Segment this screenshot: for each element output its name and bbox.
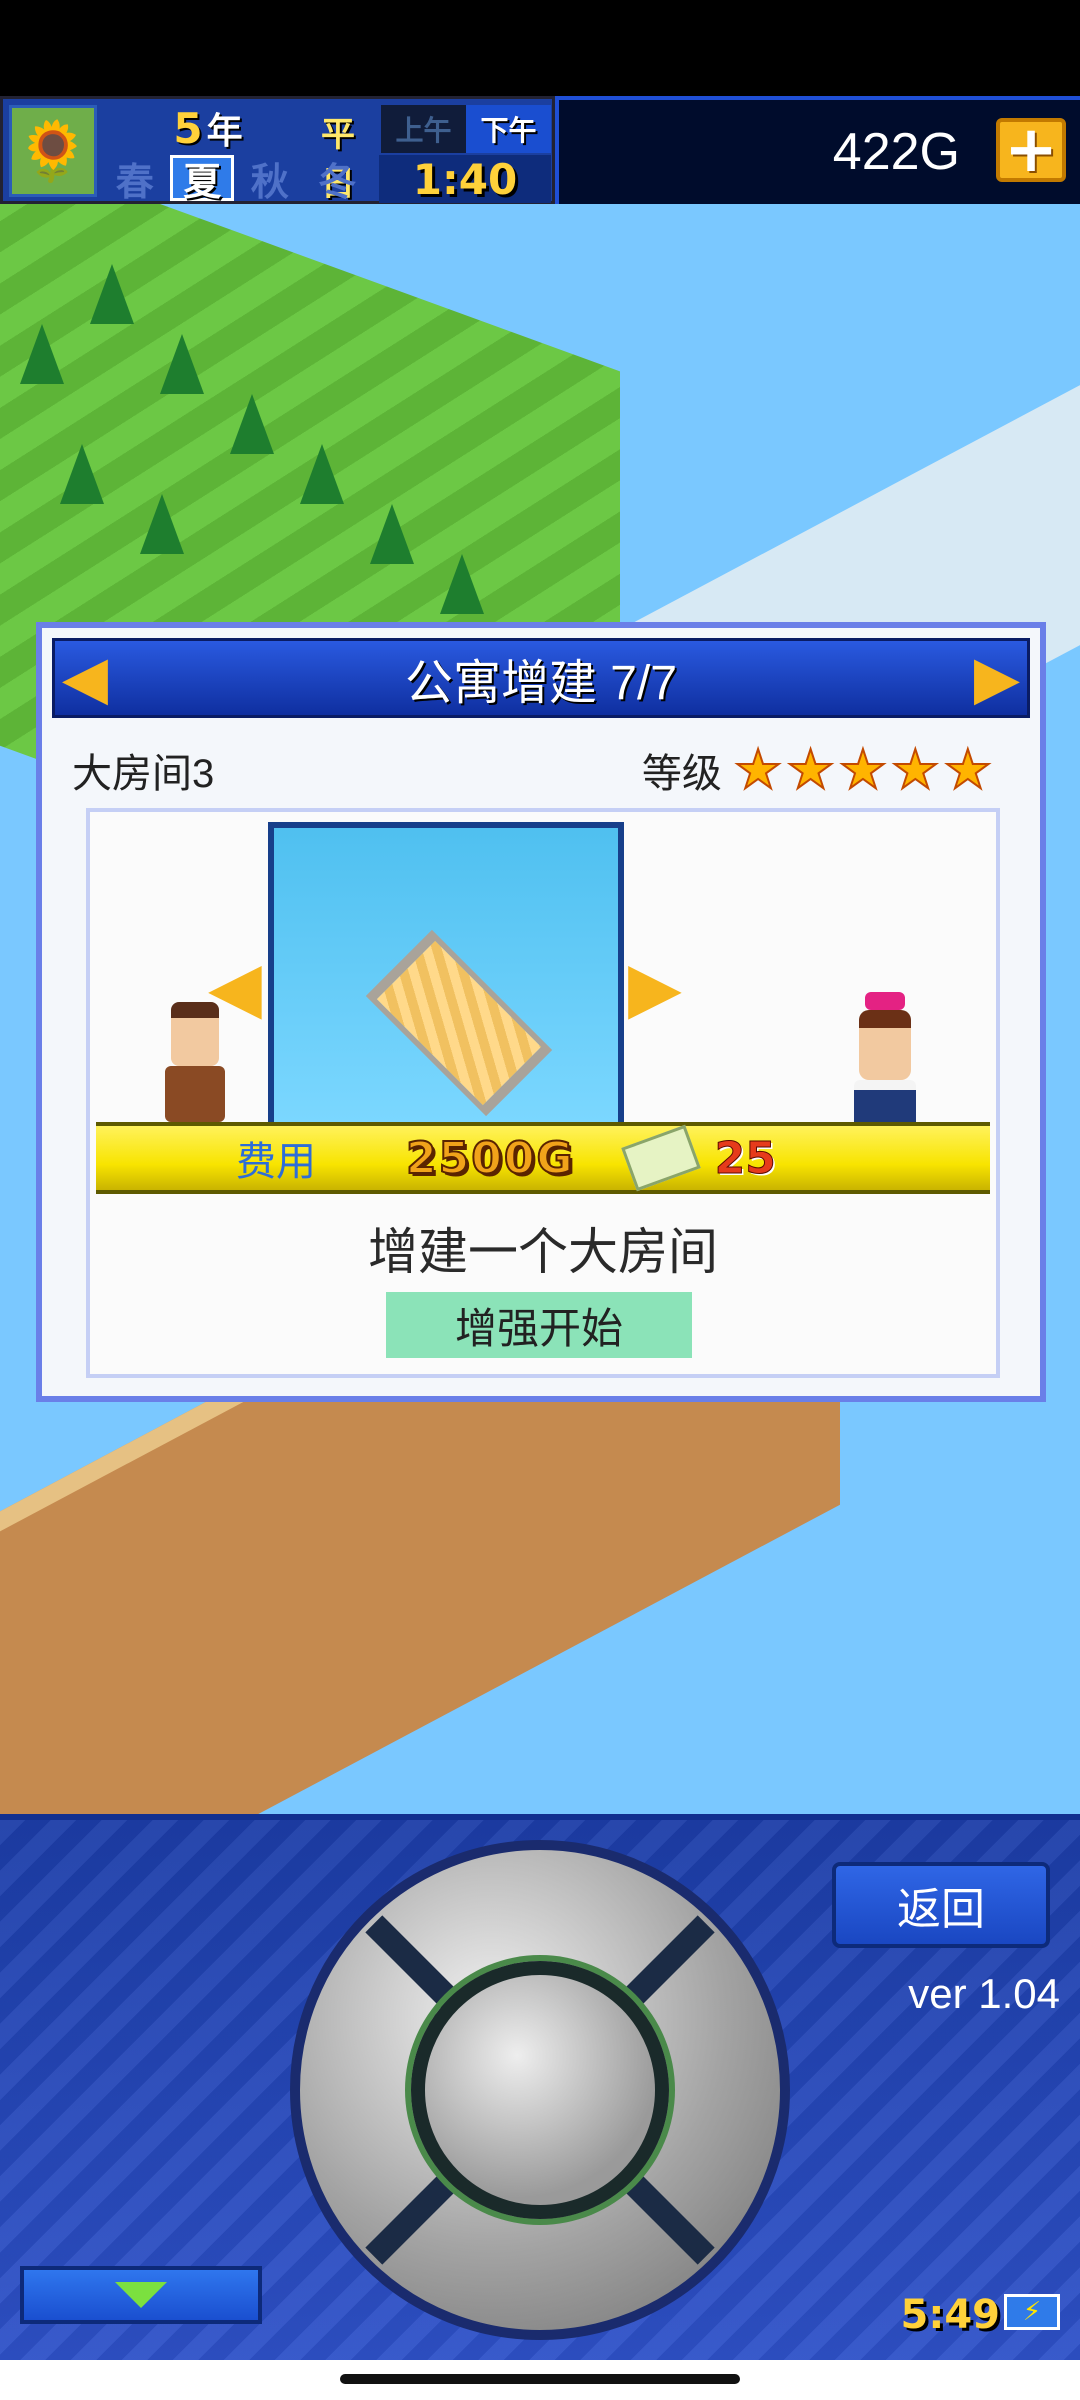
- cost-gold: 2500G: [405, 1132, 575, 1185]
- dialog-title: 公寓增建 7/7: [404, 657, 678, 710]
- ampm-indicator: 上午 下午: [381, 105, 551, 153]
- tree-icon: [160, 334, 204, 394]
- status-bar: [0, 0, 1080, 96]
- tree-icon: [20, 324, 64, 384]
- tree-icon: [440, 554, 484, 614]
- weekday-label: 平日: [321, 115, 355, 204]
- year-display: 5 年: [153, 103, 263, 153]
- room-name: 大房间3: [72, 752, 215, 796]
- collapse-button[interactable]: [20, 2266, 262, 2324]
- add-gold-button[interactable]: +: [996, 118, 1066, 182]
- next-page-button[interactable]: ▶: [967, 648, 1027, 708]
- cost-label: 费用: [236, 1140, 316, 1184]
- season-autumn: 秋: [250, 159, 289, 204]
- dpad-center-button[interactable]: [411, 1961, 669, 2219]
- chevron-down-icon: [115, 2282, 167, 2308]
- tree-icon: [140, 494, 184, 554]
- control-panel: 返回 ver 1.04 5:49 ⚡: [0, 1814, 1080, 2360]
- back-button[interactable]: 返回: [832, 1862, 1050, 1948]
- room-preview-panel: ◀ ▶ 费用 2500G 25 增建一个大房间 增强开始: [86, 808, 1000, 1378]
- room-preview: [268, 822, 624, 1122]
- version-label: ver 1.04: [908, 1970, 1060, 2017]
- pm-label: 下午: [466, 105, 551, 153]
- star-icon: ★: [890, 738, 940, 801]
- dialog-header: ◀ 公寓增建 7/7 ▶: [52, 638, 1030, 718]
- star-icon: ★: [733, 738, 783, 801]
- year-number: 5: [173, 103, 203, 153]
- cost-tickets: 25: [714, 1132, 776, 1184]
- cost-bar: 费用 2500G 25: [96, 1122, 990, 1194]
- star-icon: ★: [838, 738, 888, 801]
- am-label: 上午: [395, 114, 452, 147]
- calendar-panel: 🌻 5 年 平日 上午 下午 春 夏 秋 冬 1:40: [0, 96, 555, 204]
- sunflower-icon[interactable]: 🌻: [9, 105, 97, 197]
- money-panel: 422G +: [555, 96, 1080, 204]
- level-display: 等级 ★ ★ ★ ★ ★: [641, 738, 993, 801]
- start-upgrade-button[interactable]: 增强开始: [386, 1292, 692, 1358]
- level-label: 等级: [641, 752, 722, 796]
- play-time: 5:49: [900, 2292, 1001, 2338]
- tree-icon: [60, 444, 104, 504]
- battery-icon: ⚡: [1004, 2294, 1060, 2330]
- game-clock: 1:40: [379, 155, 551, 204]
- room-info-row: 大房间3 等级 ★ ★ ★ ★ ★: [72, 740, 1032, 800]
- ticket-icon: [620, 1124, 701, 1192]
- year-unit: 年: [206, 111, 243, 152]
- home-indicator-area: [0, 2360, 1080, 2400]
- season-list: 春 夏 秋 冬: [103, 155, 373, 204]
- room-floor-tile: [365, 929, 553, 1117]
- apartment-expansion-dialog: ◀ 公寓增建 7/7 ▶ 大房间3 等级 ★ ★ ★ ★ ★ ◀ ▶ 费用 25…: [36, 622, 1046, 1402]
- home-indicator[interactable]: [340, 2374, 740, 2384]
- tree-icon: [230, 394, 274, 454]
- season-spring: 春: [115, 159, 154, 204]
- gold-amount: 422G: [832, 123, 960, 181]
- season-summer: 夏: [170, 155, 235, 204]
- tree-icon: [90, 264, 134, 324]
- dpad-control[interactable]: [290, 1840, 790, 2340]
- level-stars: ★ ★ ★ ★ ★: [733, 738, 993, 801]
- prev-page-button[interactable]: ◀: [55, 648, 115, 708]
- season-winter: 冬: [318, 159, 357, 204]
- tree-icon: [370, 504, 414, 564]
- next-room-button[interactable]: ▶: [628, 952, 682, 1022]
- star-icon: ★: [943, 738, 993, 801]
- female-resident-sprite: [850, 992, 920, 1140]
- star-icon: ★: [785, 738, 835, 801]
- tree-icon: [300, 444, 344, 504]
- prev-room-button[interactable]: ◀: [208, 952, 262, 1022]
- room-description: 增建一个大房间: [368, 1224, 718, 1280]
